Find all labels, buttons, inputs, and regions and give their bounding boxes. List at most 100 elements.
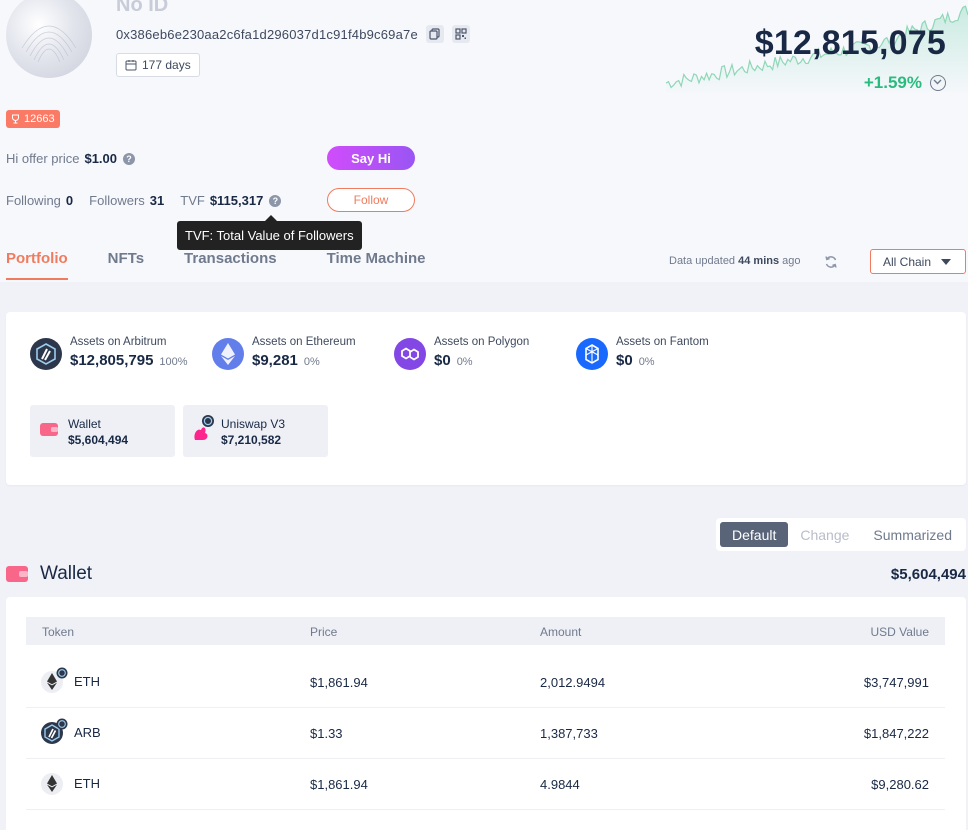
wallet-address: 0x386eb6e230aa2c6fa1d296037d1c91f4b9c69a…: [116, 26, 418, 42]
wallet-icon: [40, 423, 58, 436]
refresh-icon[interactable]: [824, 255, 838, 269]
token-usd-value: $3,747,991: [863, 675, 929, 690]
avatar: [6, 0, 92, 78]
arbitrum-icon: [30, 338, 62, 370]
chain-percent: 0%: [638, 356, 655, 368]
view-summarized-button[interactable]: Summarized: [861, 522, 964, 547]
wallet-section-heading: Wallet: [6, 563, 92, 585]
protocol-name: Wallet: [68, 417, 101, 431]
token-cell: ETH: [40, 769, 100, 797]
token-amount: 2,012.9494: [540, 675, 606, 690]
column-header-usd-value: USD Value: [870, 625, 929, 639]
chain-item-fantom[interactable]: Assets on Fantom $0 0%: [576, 336, 709, 370]
trophy-icon: [12, 114, 19, 124]
chain-value: $0: [616, 352, 633, 369]
help-icon[interactable]: ?: [123, 152, 136, 165]
token-price: $1,861.94: [310, 675, 368, 690]
view-change-button[interactable]: Change: [788, 522, 861, 547]
protocol-value: $7,210,582: [221, 433, 282, 447]
chain-label: Assets on Ethereum: [252, 336, 356, 348]
tvf-value: $115,317: [209, 193, 264, 208]
following-count[interactable]: 0: [66, 193, 73, 208]
fantom-icon: [576, 338, 608, 370]
hi-offer-price: $1.00: [84, 151, 118, 166]
uniswap-icon: [194, 415, 214, 440]
chain-filter-select[interactable]: All Chain: [870, 249, 966, 274]
chain-label: Assets on Fantom: [616, 336, 709, 348]
followers-label[interactable]: Followers: [89, 193, 145, 208]
token-usd-value: $9,280.62: [871, 777, 929, 792]
balance-change-percent: +1.59%: [863, 73, 922, 92]
chain-label: Assets on Polygon: [434, 336, 530, 348]
wallet-icon: [6, 566, 28, 582]
tab-time-machine[interactable]: Time Machine: [327, 250, 426, 280]
account-age-badge: 177 days: [116, 53, 200, 77]
chain-label: Assets on Arbitrum: [70, 336, 167, 348]
help-icon[interactable]: ?: [269, 194, 282, 207]
protocol-tile-uniswap-v3[interactable]: Uniswap V3 $7,210,582: [183, 405, 328, 457]
tab-portfolio[interactable]: Portfolio: [6, 250, 68, 280]
hi-offer-label: Hi offer price: [6, 151, 80, 166]
token-usd-value: $1,847,222: [863, 726, 929, 741]
address-row: 0x386eb6e230aa2c6fa1d296037d1c91f4b9c69a…: [116, 25, 470, 43]
arb-icon: [40, 718, 68, 746]
profile-tabs: Portfolio NFTs Transactions Time Machine: [6, 250, 466, 280]
chain-value: $12,805,795: [70, 352, 154, 369]
chain-percent: 0%: [303, 356, 320, 368]
token-price: $1.33: [310, 726, 343, 741]
account-age-text: 177 days: [142, 58, 191, 72]
chain-value: $0: [434, 352, 451, 369]
protocol-name: Uniswap V3: [221, 417, 286, 431]
chevron-down-icon[interactable]: [930, 75, 946, 91]
caret-down-icon: [941, 259, 951, 265]
data-updated-text: Data updated 44 mins ago: [669, 255, 801, 267]
table-row[interactable]: ETH $1,861.94 2,012.9494 $3,747,991: [26, 657, 945, 708]
copy-icon[interactable]: [425, 25, 444, 43]
ethereum-icon: [212, 338, 244, 370]
calendar-icon: [125, 60, 137, 71]
table-header: Token Price Amount USD Value: [26, 617, 945, 645]
followers-count[interactable]: 31: [150, 193, 164, 208]
view-default-button[interactable]: Default: [720, 522, 789, 547]
tvf-label: TVF: [180, 193, 205, 208]
view-mode-toggle: Default Change Summarized: [716, 518, 966, 551]
token-symbol: ETH: [74, 775, 100, 791]
token-cell: ETH: [40, 667, 100, 695]
token-amount: 1,387,733: [540, 726, 598, 741]
chain-filter-value: All Chain: [883, 254, 932, 269]
chain-item-polygon[interactable]: Assets on Polygon $0 0%: [394, 336, 529, 370]
wallet-section-title: Wallet: [40, 563, 93, 584]
eth-icon: [40, 769, 68, 797]
follow-button[interactable]: Follow: [327, 188, 415, 212]
token-cell: ARB: [40, 718, 101, 746]
follow-stats-row: Following 0 Followers 31 TVF $115,317 ?: [6, 193, 282, 208]
updated-suffix: ago: [782, 255, 801, 267]
column-header-amount: Amount: [540, 625, 582, 639]
column-header-token: Token: [42, 625, 75, 639]
updated-time: 44 mins: [738, 255, 780, 267]
tab-transactions[interactable]: Transactions: [184, 250, 277, 280]
chain-item-arbitrum[interactable]: Assets on Arbitrum $12,805,795 100%: [30, 336, 188, 370]
table-row[interactable]: ETH $1,861.94 4.9844 $9,280.62: [26, 759, 945, 810]
updated-prefix: Data updated: [669, 255, 736, 267]
qr-code-icon[interactable]: [451, 25, 470, 43]
say-hi-button[interactable]: Say Hi: [327, 146, 415, 170]
token-amount: 4.9844: [540, 777, 580, 792]
token-symbol: ETH: [74, 673, 100, 689]
following-label[interactable]: Following: [6, 193, 61, 208]
table-row[interactable]: ARB $1.33 1,387,733 $1,847,222: [26, 708, 945, 759]
tvf-tooltip: TVF: Total Value of Followers: [177, 215, 362, 250]
polygon-icon: [394, 338, 426, 370]
protocol-tile-wallet[interactable]: Wallet $5,604,494: [30, 405, 175, 457]
chain-percent: 0%: [456, 356, 473, 368]
chain-item-ethereum[interactable]: Assets on Ethereum $9,281 0%: [212, 336, 356, 370]
column-header-price: Price: [310, 625, 338, 639]
balance-change-row: +1.59%: [864, 73, 946, 93]
chain-assets-card: Assets on Arbitrum $12,805,795 100% Asset…: [6, 312, 966, 485]
chain-percent: 100%: [159, 356, 188, 368]
token-symbol: ARB: [74, 724, 101, 740]
protocol-value: $5,604,494: [68, 433, 129, 447]
tab-nfts[interactable]: NFTs: [108, 250, 144, 280]
rank-badge: 12663: [6, 110, 60, 128]
wallet-total-value: $5,604,494: [890, 566, 966, 583]
